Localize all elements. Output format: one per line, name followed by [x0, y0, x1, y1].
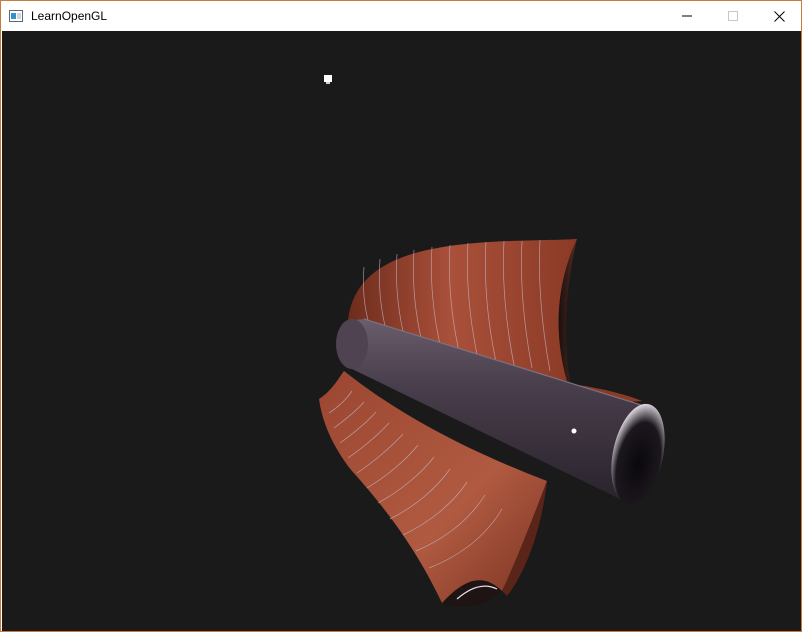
app-window: LearnOpenGL — [0, 0, 802, 632]
title-bar[interactable]: LearnOpenGL — [1, 1, 801, 31]
window-title: LearnOpenGL — [31, 9, 108, 23]
app-window-icon — [9, 9, 23, 22]
maximize-icon — [728, 11, 738, 21]
light-source — [324, 75, 332, 84]
render-scene — [319, 75, 665, 607]
maximize-button — [710, 1, 756, 31]
close-button[interactable] — [756, 1, 802, 31]
close-icon — [773, 10, 785, 22]
minimize-button[interactable] — [664, 1, 710, 31]
specular-highlight — [571, 428, 577, 434]
minimize-icon — [682, 11, 692, 21]
opengl-viewport[interactable] — [2, 31, 801, 631]
